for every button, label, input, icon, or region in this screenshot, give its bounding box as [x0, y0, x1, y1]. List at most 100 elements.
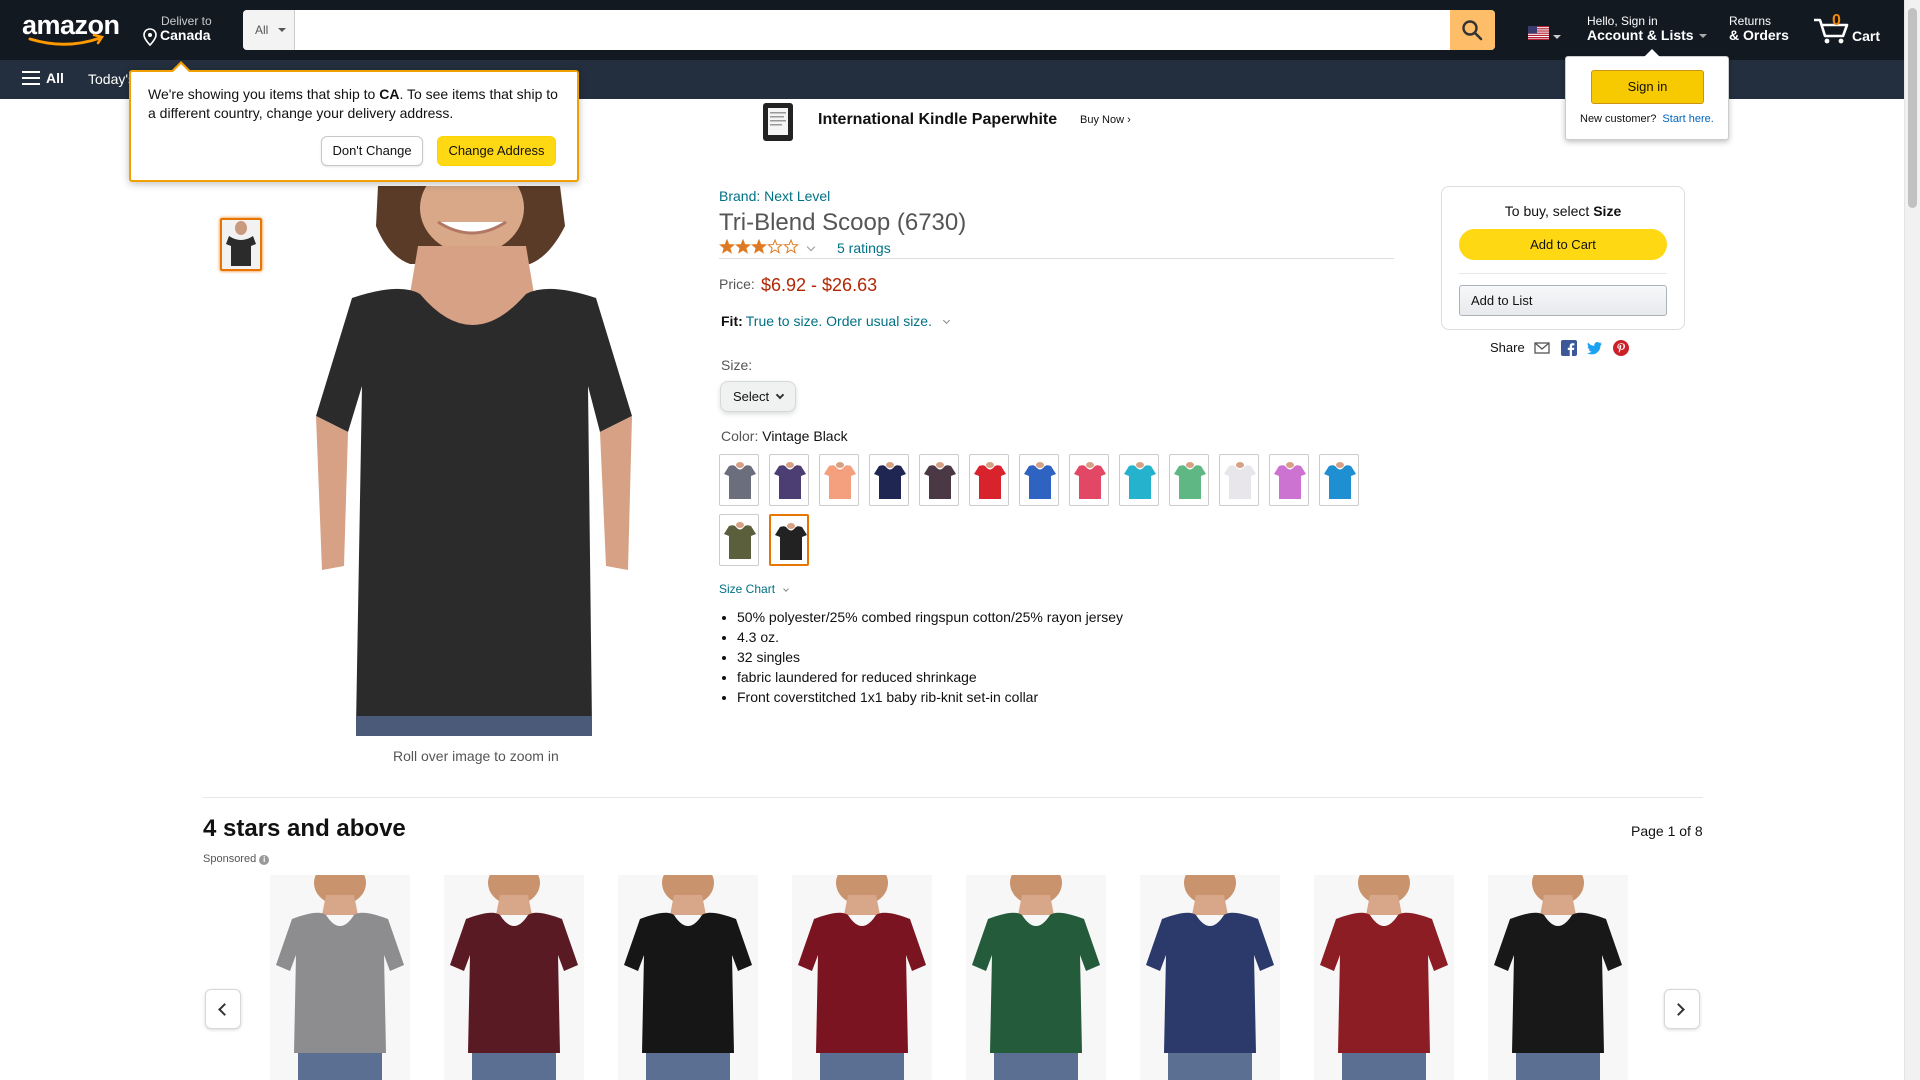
size-chart-label: Size Chart	[719, 582, 776, 596]
shirt-swatch-image	[1274, 462, 1306, 499]
color-swatch[interactable]	[1019, 454, 1059, 506]
kindle-banner[interactable]: International Kindle Paperwhite Buy Now …	[758, 100, 1138, 144]
orders-label: & Orders	[1729, 27, 1789, 43]
start-here-link[interactable]: Start here.	[1662, 113, 1713, 125]
star-filled-icon	[719, 239, 735, 254]
sign-in-button[interactable]: Sign in	[1591, 70, 1704, 104]
change-address-button[interactable]: Change Address	[437, 136, 556, 166]
kindle-device-icon	[763, 103, 793, 141]
brand-link[interactable]: Brand: Next Level	[719, 188, 830, 204]
chevron-right-icon	[1672, 1003, 1685, 1016]
ratings-count-link[interactable]: 5 ratings	[837, 240, 891, 256]
carousel-product-image	[270, 875, 410, 1080]
facebook-icon[interactable]	[1561, 340, 1577, 356]
hamburger-icon	[22, 71, 40, 85]
search-category-select[interactable]: All	[243, 10, 295, 50]
delivery-location-popover: We're showing you items that ship to CA.…	[129, 61, 579, 182]
shirt-swatch-image	[1074, 462, 1106, 499]
color-swatch[interactable]	[969, 454, 1009, 506]
color-swatch[interactable]	[819, 454, 859, 506]
carousel-previous-button[interactable]	[205, 989, 241, 1029]
carousel-product[interactable]	[966, 875, 1106, 1080]
fit-value: True to size. Order usual size.	[745, 313, 932, 329]
returns-and-orders[interactable]: Returns & Orders	[1729, 14, 1789, 42]
search-button[interactable]	[1450, 10, 1495, 50]
dont-change-button[interactable]: Don't Change	[321, 136, 423, 166]
carousel-product[interactable]	[1314, 875, 1454, 1080]
new-customer-label: New customer?	[1580, 113, 1657, 125]
cart-button[interactable]: 0 Cart	[1812, 10, 1882, 50]
account-and-lists[interactable]: Hello, Sign in Account & Lists	[1587, 14, 1707, 42]
carousel-product-image	[1140, 875, 1280, 1080]
carousel-product[interactable]	[1488, 875, 1628, 1080]
feature-bullet: Front coverstitched 1x1 baby rib-knit se…	[737, 687, 1123, 707]
scrollbar-thumb[interactable]	[1908, 8, 1917, 208]
chevron-down-icon	[775, 390, 785, 400]
cart-label: Cart	[1852, 28, 1881, 44]
email-icon[interactable]	[1534, 340, 1550, 356]
color-swatch[interactable]	[1169, 454, 1209, 506]
color-swatch[interactable]	[1319, 454, 1359, 506]
color-swatch[interactable]	[1219, 454, 1259, 506]
color-selected-name: Vintage Black	[762, 428, 848, 444]
deliver-to-location[interactable]: Deliver to Canada	[142, 14, 212, 46]
shirt-swatch-image	[1174, 462, 1206, 499]
shirt-shape	[316, 288, 632, 726]
size-dropdown[interactable]: Select	[720, 381, 796, 412]
fit-info[interactable]: Fit: True to size. Order usual size.	[721, 313, 951, 329]
sponsored-label[interactable]: Sponsored i	[203, 853, 270, 865]
star-filled-icon	[751, 239, 767, 254]
carousel-product-image	[1314, 875, 1454, 1080]
shirt-swatch-image	[1224, 462, 1256, 499]
amazon-logo[interactable]: amazon	[20, 10, 124, 48]
main-product-image[interactable]	[300, 162, 652, 736]
feature-bullet: 32 singles	[737, 647, 1123, 667]
search-input[interactable]	[295, 10, 1451, 50]
divider	[1459, 273, 1667, 274]
shirt-swatch-image	[874, 462, 906, 499]
pinterest-icon[interactable]	[1613, 340, 1629, 356]
color-swatch[interactable]	[1119, 454, 1159, 506]
color-swatch[interactable]	[1269, 454, 1309, 506]
chevron-down-icon	[942, 316, 951, 325]
top-nav: amazon Deliver to Canada All Hello, Sign…	[0, 0, 1904, 60]
size-chart-link[interactable]: Size Chart	[719, 582, 789, 596]
color-swatch[interactable]	[769, 514, 809, 566]
twitter-icon[interactable]	[1587, 340, 1603, 356]
caret-down-icon	[278, 28, 286, 32]
carousel-product[interactable]	[792, 875, 932, 1080]
color-swatch[interactable]	[719, 454, 759, 506]
carousel-product[interactable]	[270, 875, 410, 1080]
product-title: Tri-Blend Scoop (6730)	[719, 209, 967, 236]
page-scrollbar[interactable]	[1904, 0, 1920, 1080]
add-to-list-button[interactable]: Add to List	[1459, 285, 1667, 316]
all-menu-button[interactable]: All	[22, 70, 64, 86]
us-flag-icon[interactable]	[1528, 26, 1549, 40]
price-label: Price:	[719, 276, 755, 292]
product-thumbnail[interactable]	[220, 218, 262, 271]
carousel-next-button[interactable]	[1664, 989, 1700, 1029]
color-label-text: Color:	[721, 428, 763, 444]
carousel-product[interactable]	[444, 875, 584, 1080]
color-swatch[interactable]	[869, 454, 909, 506]
chevron-left-icon	[218, 1003, 231, 1016]
carousel-product[interactable]	[618, 875, 758, 1080]
info-icon[interactable]: i	[259, 855, 270, 865]
star-empty-icon	[783, 239, 799, 254]
add-to-cart-button[interactable]: Add to Cart	[1459, 229, 1667, 260]
shirt-swatch-image	[1324, 462, 1356, 499]
todays-deals-link[interactable]: Today's	[88, 71, 135, 87]
color-swatch[interactable]	[719, 514, 759, 566]
delivery-message-pre: We're showing you items that ship to	[148, 86, 380, 102]
buy-box-instruction-text: To buy, select	[1504, 203, 1594, 219]
color-swatch[interactable]	[769, 454, 809, 506]
carousel-product[interactable]	[1140, 875, 1280, 1080]
chevron-down-icon[interactable]	[806, 242, 816, 252]
banner-buy-now[interactable]: Buy Now ›	[1080, 114, 1131, 126]
cart-icon	[1814, 18, 1849, 44]
shirt-swatch-image	[1024, 462, 1056, 499]
star-rating-icon[interactable]	[719, 239, 799, 255]
color-swatch[interactable]	[919, 454, 959, 506]
carousel-page-indicator: Page 1 of 8	[1631, 823, 1703, 839]
color-swatch[interactable]	[1069, 454, 1109, 506]
